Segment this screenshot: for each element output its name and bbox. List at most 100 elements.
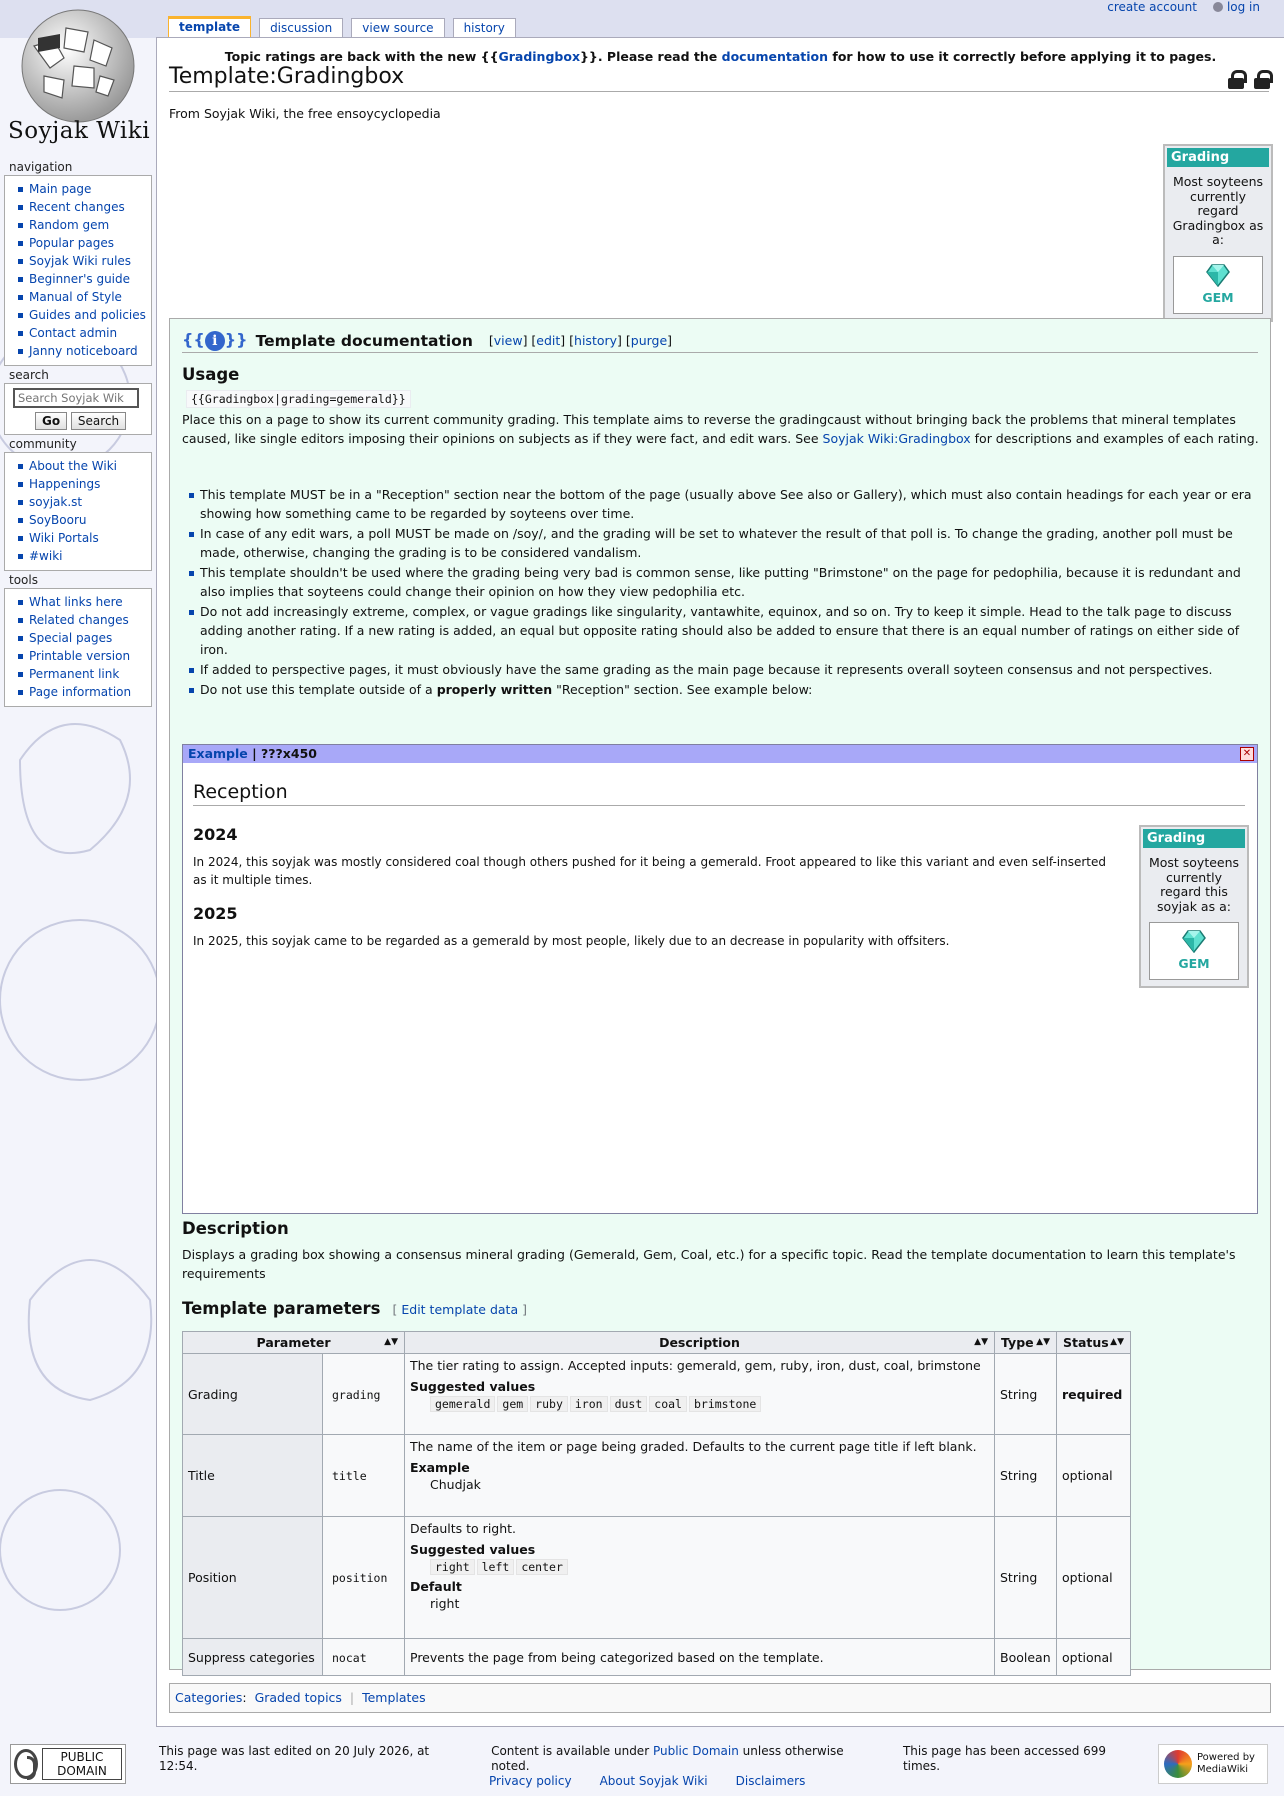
- sidebar-item-soyjak-st[interactable]: soyjak.st: [29, 495, 82, 509]
- public-domain-badge[interactable]: PUBLIC DOMAIN: [10, 1744, 126, 1784]
- sidebar-item-guides-and-policies[interactable]: Guides and policies: [29, 308, 146, 322]
- doc-title: Template documentation: [255, 331, 473, 350]
- params-heading-row: Template parameters [ Edit template data…: [182, 1299, 527, 1318]
- usage-paragraph: Place this on a page to show its current…: [182, 410, 1262, 448]
- sidebar-item-contact-admin[interactable]: Contact admin: [29, 326, 117, 340]
- header-description[interactable]: Description ▲▼: [404, 1331, 995, 1354]
- param-key: nocat: [322, 1638, 405, 1676]
- site-notice-documentation-link[interactable]: documentation: [722, 49, 828, 64]
- sort-icon[interactable]: ▲▼: [974, 1337, 988, 1347]
- param-desc-text: The name of the item or page being grade…: [410, 1439, 977, 1454]
- sidebar-item-janny-noticeboard[interactable]: Janny noticeboard: [29, 344, 138, 358]
- sidebar-item-permanent-link[interactable]: Permanent link: [29, 667, 119, 681]
- footer-accessed: This page has been accessed 699 times.: [902, 1744, 1107, 1773]
- category-graded-topics[interactable]: Graded topics: [255, 1690, 342, 1705]
- sidebar-item-printable-version[interactable]: Printable version: [29, 649, 130, 663]
- grading-box: Grading Most soyteens currently regard G…: [1163, 144, 1273, 322]
- search-heading: search: [9, 368, 49, 382]
- param-key: position: [322, 1516, 405, 1639]
- doc-history-link[interactable]: history: [574, 333, 617, 348]
- param-name: Grading: [182, 1353, 323, 1435]
- sidebar-item-manual-of-style[interactable]: Manual of Style: [29, 290, 122, 304]
- log-in-link[interactable]: log in: [1227, 0, 1260, 14]
- edit-template-data-link[interactable]: Edit template data: [401, 1302, 518, 1317]
- sidebar: navigation Main page Recent changes Rand…: [4, 160, 152, 709]
- doc-purge-link[interactable]: purge: [631, 333, 667, 348]
- example-2025-text: In 2025, this soyjak came to be regarded…: [193, 934, 950, 948]
- param-type: String: [994, 1353, 1057, 1435]
- list-item: Do not add increasingly extreme, complex…: [189, 602, 1264, 659]
- site-notice-text: Topic ratings are back with the new {{: [224, 49, 499, 64]
- go-button[interactable]: Go: [35, 412, 68, 430]
- sidebar-item-popular-pages[interactable]: Popular pages: [29, 236, 114, 250]
- search-button[interactable]: Search: [70, 412, 127, 430]
- grading-box-grade[interactable]: GEM: [1173, 255, 1263, 314]
- table-row: Grading grading The tier rating to assig…: [182, 1353, 1131, 1435]
- sort-icon[interactable]: ▲▼: [1110, 1337, 1124, 1347]
- page-tabs: template discussion view source history: [168, 16, 516, 37]
- powered-by-mediawiki-badge[interactable]: Powered by MediaWiki: [1158, 1744, 1268, 1784]
- grading-box-header: Grading: [1167, 148, 1269, 167]
- header-parameter[interactable]: Parameter ▲▼: [182, 1331, 405, 1354]
- site-notice-gradingbox-link[interactable]: Gradingbox: [498, 49, 580, 64]
- sidebar-item-what-links-here[interactable]: What links here: [29, 595, 123, 609]
- sidebar-item-wiki-irc[interactable]: #wiki: [29, 549, 63, 563]
- tab-view-source[interactable]: view source: [351, 18, 445, 37]
- sidebar-item-beginners-guide[interactable]: Beginner's guide: [29, 272, 130, 286]
- header-type[interactable]: Type ▲▼: [994, 1331, 1057, 1354]
- category-templates[interactable]: Templates: [362, 1690, 426, 1705]
- tab-history[interactable]: history: [452, 18, 516, 37]
- param-status: optional: [1056, 1638, 1131, 1676]
- sidebar-item-page-information[interactable]: Page information: [29, 685, 131, 699]
- categories-link[interactable]: Categories: [175, 1690, 242, 1705]
- header-status[interactable]: Status ▲▼: [1056, 1331, 1131, 1354]
- search-input[interactable]: [13, 388, 139, 408]
- site-logo-text: Soyjak Wiki: [8, 118, 151, 144]
- disclaimers-link[interactable]: Disclaimers: [736, 1774, 806, 1789]
- info-icon: {{i}}: [182, 330, 248, 351]
- sidebar-item-random-gem[interactable]: Random gem: [29, 218, 109, 232]
- sort-icon[interactable]: ▲▼: [384, 1337, 398, 1347]
- portlet-tools: tools What links here Related changes Sp…: [4, 573, 152, 707]
- value-chip: ruby: [530, 1396, 568, 1412]
- param-type: Boolean: [994, 1638, 1057, 1676]
- sort-icon[interactable]: ▲▼: [1036, 1337, 1050, 1347]
- sidebar-item-related-changes[interactable]: Related changes: [29, 613, 129, 627]
- close-icon[interactable]: ✕: [1240, 747, 1254, 761]
- public-domain-link[interactable]: Public Domain: [653, 1744, 739, 1758]
- sidebar-item-wiki-portals[interactable]: Wiki Portals: [29, 531, 99, 545]
- sidebar-item-soybooru[interactable]: SoyBooru: [29, 513, 87, 527]
- param-desc-text: The tier rating to assign. Accepted inpu…: [410, 1358, 981, 1373]
- value-chip: coal: [649, 1396, 687, 1412]
- sidebar-item-about-the-wiki[interactable]: About the Wiki: [29, 459, 117, 473]
- navigation-heading: navigation: [9, 160, 73, 174]
- doc-edit-link[interactable]: edit: [536, 333, 560, 348]
- example-link[interactable]: Example: [188, 746, 248, 761]
- param-name: Suppress categories: [182, 1638, 323, 1676]
- sidebar-item-main-page[interactable]: Main page: [29, 182, 91, 196]
- page-subtitle: From Soyjak Wiki, the free ensoycycloped…: [169, 106, 441, 121]
- gradingbox-project-link[interactable]: Soyjak Wiki:Gradingbox: [823, 431, 971, 446]
- sidebar-item-wiki-rules[interactable]: Soyjak Wiki rules: [29, 254, 131, 268]
- sidebar-item-recent-changes[interactable]: Recent changes: [29, 200, 125, 214]
- sidebar-item-special-pages[interactable]: Special pages: [29, 631, 112, 645]
- tab-template[interactable]: template: [168, 16, 252, 37]
- grading-box-grade-label: GEM: [1202, 289, 1234, 305]
- sidebar-item-happenings[interactable]: Happenings: [29, 477, 100, 491]
- create-account-link[interactable]: create account: [1107, 0, 1197, 14]
- log-in-item: log in: [1212, 0, 1260, 14]
- value-chip: dust: [609, 1396, 648, 1412]
- grading-box-grade[interactable]: GEM: [1149, 922, 1239, 980]
- doc-view-link[interactable]: view: [494, 333, 523, 348]
- tab-discussion[interactable]: discussion: [259, 18, 344, 37]
- value-chip: iron: [569, 1396, 608, 1412]
- param-desc: Prevents the page from being categorized…: [404, 1638, 995, 1676]
- param-desc: The name of the item or page being grade…: [404, 1434, 995, 1517]
- value-chip: right: [430, 1559, 475, 1575]
- privacy-policy-link[interactable]: Privacy policy: [489, 1774, 572, 1789]
- doc-links: [view] [edit] [history] [purge]: [488, 333, 673, 348]
- about-link[interactable]: About Soyjak Wiki: [600, 1774, 708, 1789]
- lock-icon[interactable]: [1228, 70, 1247, 90]
- lock-icon[interactable]: [1254, 70, 1273, 90]
- category-links: Categories: Graded topics | Templates: [169, 1683, 1271, 1713]
